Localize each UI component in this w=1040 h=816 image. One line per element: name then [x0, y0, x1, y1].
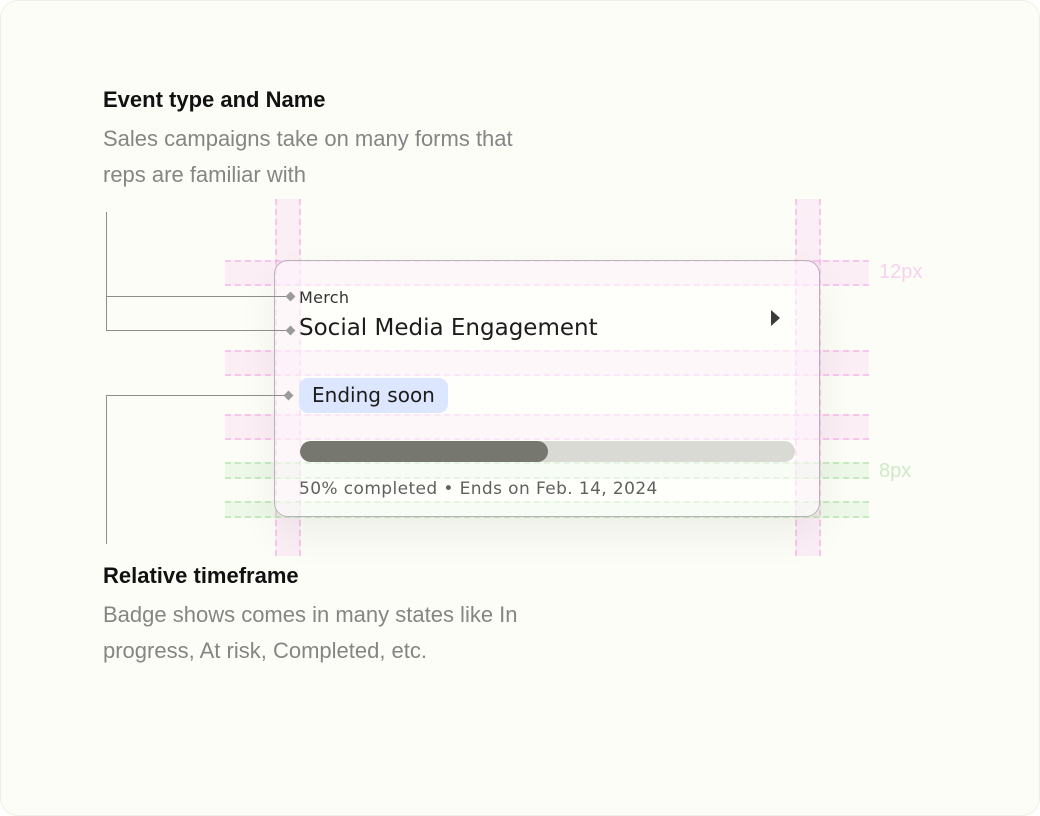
connector-line-to-event-name — [106, 330, 290, 331]
spacing-label-12px: 12px — [879, 261, 923, 283]
spacing-label-8px: 8px — [879, 460, 912, 482]
connector-line-vertical-top — [106, 212, 107, 331]
annotation-body-timeframe: Badge shows comes in many states like In… — [103, 602, 518, 663]
connector-line-vertical-bottom — [106, 395, 107, 544]
progress-fill — [300, 441, 548, 462]
event-type-label: Merch — [299, 288, 350, 307]
annotation-title-event-type: Event type and Name — [103, 87, 326, 112]
chevron-right-icon[interactable] — [771, 310, 780, 326]
annotation-body-event-type: Sales campaigns take on many forms that … — [103, 126, 513, 187]
connector-line-to-badge — [106, 395, 286, 396]
progress-meta-text: 50% completed • Ends on Feb. 14, 2024 — [299, 479, 658, 499]
status-badge: Ending soon — [299, 378, 448, 413]
connector-line-to-event-type — [106, 296, 290, 297]
annotation-title-timeframe: Relative timeframe — [103, 563, 299, 588]
annotation-canvas: Event type and Name Sales campaigns take… — [0, 0, 1040, 816]
event-name: Social Media Engagement — [299, 315, 598, 341]
progress-track — [300, 441, 795, 462]
